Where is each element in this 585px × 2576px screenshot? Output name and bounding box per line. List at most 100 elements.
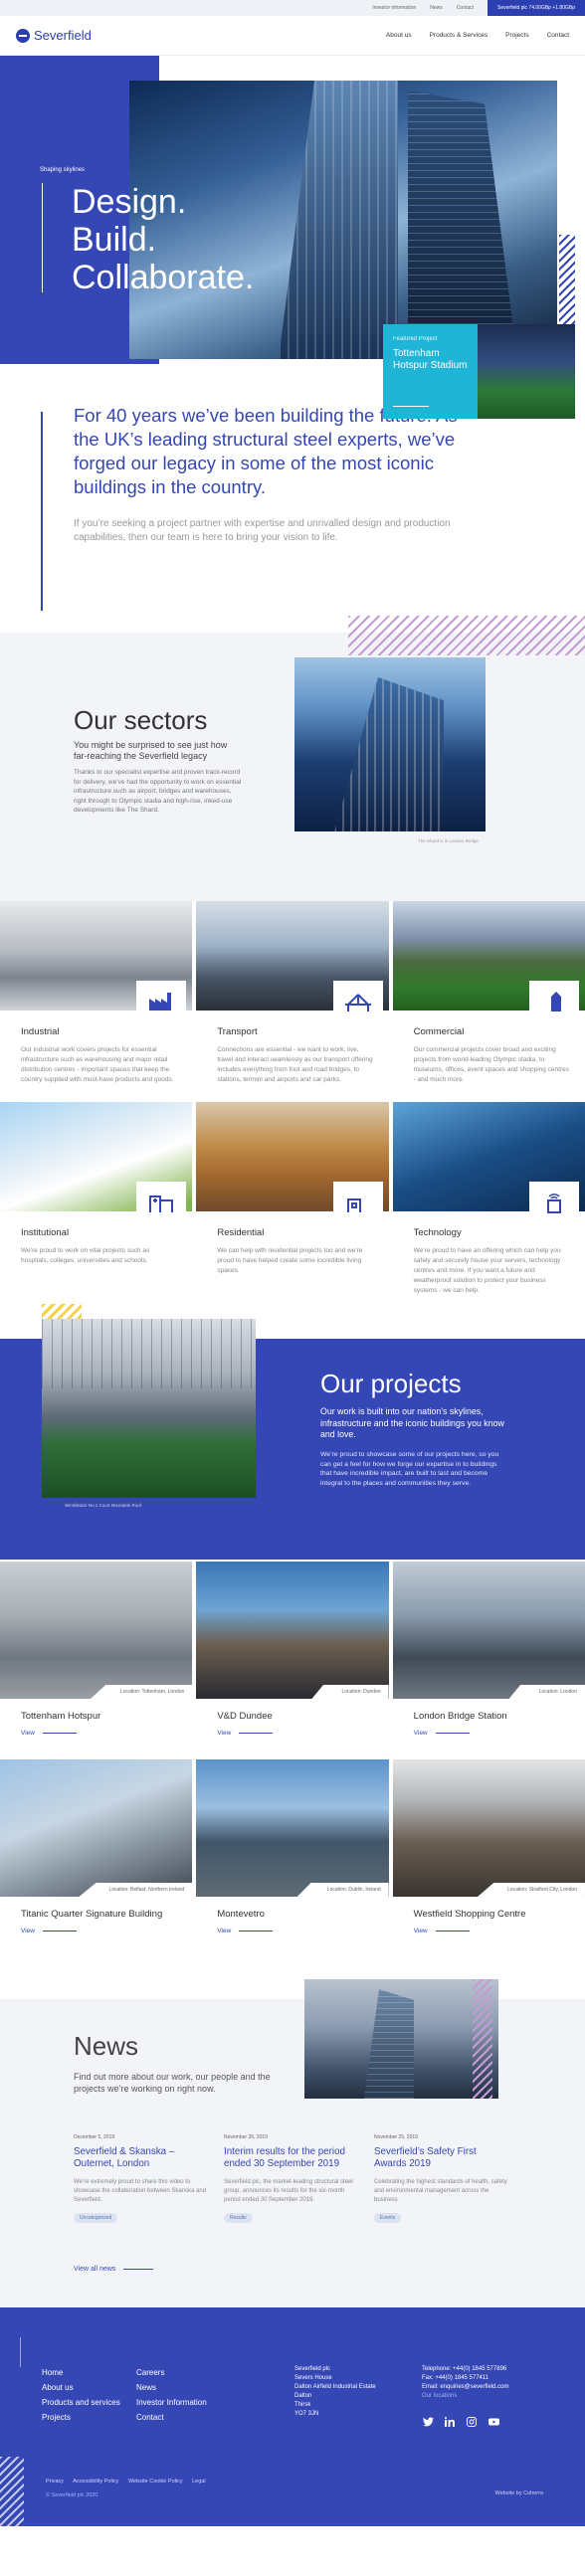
news-item[interactable]: December 5, 2019 Severfield & Skanska – … xyxy=(74,2134,208,2224)
footer-contact: Telephone: +44(0) 1845 577896 Fax: +44(0… xyxy=(422,2365,508,2401)
copyright: © Severfield plc 2020 xyxy=(46,2492,98,2498)
view-link[interactable]: View xyxy=(393,1928,585,1934)
back-to-top[interactable] xyxy=(20,2337,21,2367)
news-headline[interactable]: Interim results for the period ended 30 … xyxy=(224,2146,358,2170)
email[interactable]: Email: enquiries@severfield.com xyxy=(422,2383,508,2392)
footer-link[interactable]: Home xyxy=(42,2365,120,2380)
sector-card[interactable]: Technology We’re proud to have an offeri… xyxy=(392,1102,585,1299)
nav-projects[interactable]: Projects xyxy=(505,32,528,39)
hero-line xyxy=(42,183,43,292)
news-tag[interactable]: Events xyxy=(374,2213,402,2223)
hero-title-line: Collaborate. xyxy=(72,259,255,296)
sector-card[interactable]: Residential We can help with residential… xyxy=(196,1102,389,1299)
telephone[interactable]: Telephone: +44(0) 1845 577896 xyxy=(422,2365,508,2374)
news-headline[interactable]: Severfield & Skanska – Outernet, London xyxy=(74,2146,208,2170)
sectors-subtitle: You might be surprised to see just how f… xyxy=(74,740,228,761)
address-line: Severs House xyxy=(294,2375,332,2381)
arrow-icon xyxy=(239,1733,274,1734)
footer-link[interactable]: News xyxy=(136,2380,207,2395)
logo-text: Severfield xyxy=(34,28,92,43)
project-card[interactable]: Location: Stratford City, London Westfie… xyxy=(392,1759,585,1953)
project-card[interactable]: Location: Tottenham, London Tottenham Ho… xyxy=(0,1562,193,1755)
sector-desc: Our industrial work covers projects for … xyxy=(21,1046,174,1083)
logo[interactable]: Severfield xyxy=(16,28,92,43)
view-all-news-link[interactable]: View all news xyxy=(74,2266,154,2273)
contact-link[interactable]: Contact xyxy=(457,5,474,11)
hero-kicker: Shaping skylines xyxy=(40,167,86,173)
legal-link[interactable]: Website Cookie Policy xyxy=(128,2479,183,2484)
project-image: Location: Dublin, Ireland xyxy=(196,1759,389,1897)
legal-link[interactable]: Privacy xyxy=(46,2479,64,2484)
footer-link[interactable]: Contact xyxy=(136,2410,207,2425)
site-credit[interactable]: Website by Coherra xyxy=(494,2490,543,2496)
youtube-icon[interactable] xyxy=(488,2416,499,2428)
skyscraper-icon xyxy=(528,981,579,1022)
twitter-icon[interactable] xyxy=(422,2416,434,2428)
nav-products[interactable]: Products & Services xyxy=(430,32,488,39)
news-stripes xyxy=(473,1979,492,2099)
view-label: View xyxy=(217,1730,232,1737)
sector-title: Institutional xyxy=(21,1227,70,1238)
locations-link[interactable]: Our locations xyxy=(422,2392,508,2401)
project-location: Location: Dublin, Ireland xyxy=(296,1883,389,1897)
site-header: Severfield About us Products & Services … xyxy=(0,16,585,56)
view-label: View xyxy=(21,1928,35,1934)
footer-link[interactable]: Projects xyxy=(42,2410,120,2425)
news-section: News Find out more about our work, our p… xyxy=(0,1979,585,2307)
sector-card[interactable]: Transport Connections are essential - we… xyxy=(196,901,389,1098)
sector-card[interactable]: Commercial Our commercial projects cover… xyxy=(392,901,585,1098)
instagram-icon[interactable] xyxy=(466,2416,478,2428)
news-item[interactable]: November 26, 2019 Interim results for th… xyxy=(224,2134,358,2224)
nav-contact[interactable]: Contact xyxy=(547,32,569,39)
project-title: London Bridge Station xyxy=(413,1711,507,1722)
linkedin-icon[interactable] xyxy=(444,2416,456,2428)
project-card[interactable]: Location: Dublin, Ireland Montevetro Vie… xyxy=(196,1759,389,1953)
arrow-icon xyxy=(393,406,429,407)
footer-stripes xyxy=(0,2457,24,2526)
project-card[interactable]: Location: Dundee V&D Dundee View xyxy=(196,1562,389,1755)
view-link[interactable]: View xyxy=(0,1730,192,1737)
sector-desc: We can help with residential projects to… xyxy=(217,1247,363,1274)
footer-link[interactable]: About us xyxy=(42,2380,120,2395)
featured-label: Featured Project xyxy=(393,336,438,342)
view-link[interactable]: View xyxy=(196,1730,388,1737)
nav-about[interactable]: About us xyxy=(386,32,412,39)
news-tag[interactable]: Results xyxy=(224,2213,253,2223)
project-title: Westfield Shopping Centre xyxy=(413,1909,526,1920)
sectors-body: Thanks to our specialist expertise and p… xyxy=(74,769,242,814)
project-title: Tottenham Hotspur xyxy=(21,1711,101,1722)
project-location: Location: Dundee xyxy=(311,1685,389,1699)
featured-project-card[interactable]: Featured Project Tottenham Hotspur Stadi… xyxy=(383,324,478,419)
footer-link[interactable]: Products and services xyxy=(42,2395,120,2410)
project-title: Montevetro xyxy=(217,1909,265,1920)
footer-nav-2: Careers News Investor Information Contac… xyxy=(136,2365,207,2425)
news-item[interactable]: November 25, 2019 Severfield’s Safety Fi… xyxy=(374,2134,508,2224)
project-card[interactable]: Location: London London Bridge Station V… xyxy=(392,1562,585,1755)
view-link[interactable]: View xyxy=(393,1730,585,1737)
sector-title: Industrial xyxy=(21,1026,60,1037)
sector-grid: Industrial Our industrial work covers pr… xyxy=(0,901,585,1299)
sector-title: Residential xyxy=(217,1227,265,1238)
news-link[interactable]: News xyxy=(430,5,443,11)
view-link[interactable]: View xyxy=(196,1928,388,1934)
sector-card[interactable]: Industrial Our industrial work covers pr… xyxy=(0,901,193,1098)
project-location: Location: London xyxy=(508,1685,585,1699)
legal-link[interactable]: Accessibility Policy xyxy=(73,2479,118,2484)
news-tag[interactable]: Uncategorized xyxy=(74,2213,118,2223)
news-desc: Celebrating the highest standards of hea… xyxy=(374,2179,507,2203)
view-link[interactable]: View xyxy=(0,1928,192,1934)
legal-link[interactable]: Legal xyxy=(192,2479,205,2484)
house-icon xyxy=(332,1182,383,1223)
footer-link[interactable]: Investor Information xyxy=(136,2395,207,2410)
project-image: Location: Tottenham, London xyxy=(0,1562,193,1699)
footer-link[interactable]: Careers xyxy=(136,2365,207,2380)
news-desc: We’re extremely proud to share this vide… xyxy=(74,2179,207,2203)
sectors-section: The Shard is in London Bridge Our sector… xyxy=(0,616,585,901)
sector-card[interactable]: Institutional We’re proud to work on vit… xyxy=(0,1102,193,1299)
address-line: Thirsk xyxy=(294,2402,311,2408)
news-headline[interactable]: Severfield’s Safety First Awards 2019 xyxy=(374,2146,508,2170)
project-card[interactable]: Location: Belfast, Northern Ireland Tita… xyxy=(0,1759,193,1953)
investor-link[interactable]: Investor information xyxy=(372,5,416,11)
address-line: Dalton Airfield Industrial Estate xyxy=(294,2384,376,2390)
sector-image xyxy=(0,1102,193,1223)
